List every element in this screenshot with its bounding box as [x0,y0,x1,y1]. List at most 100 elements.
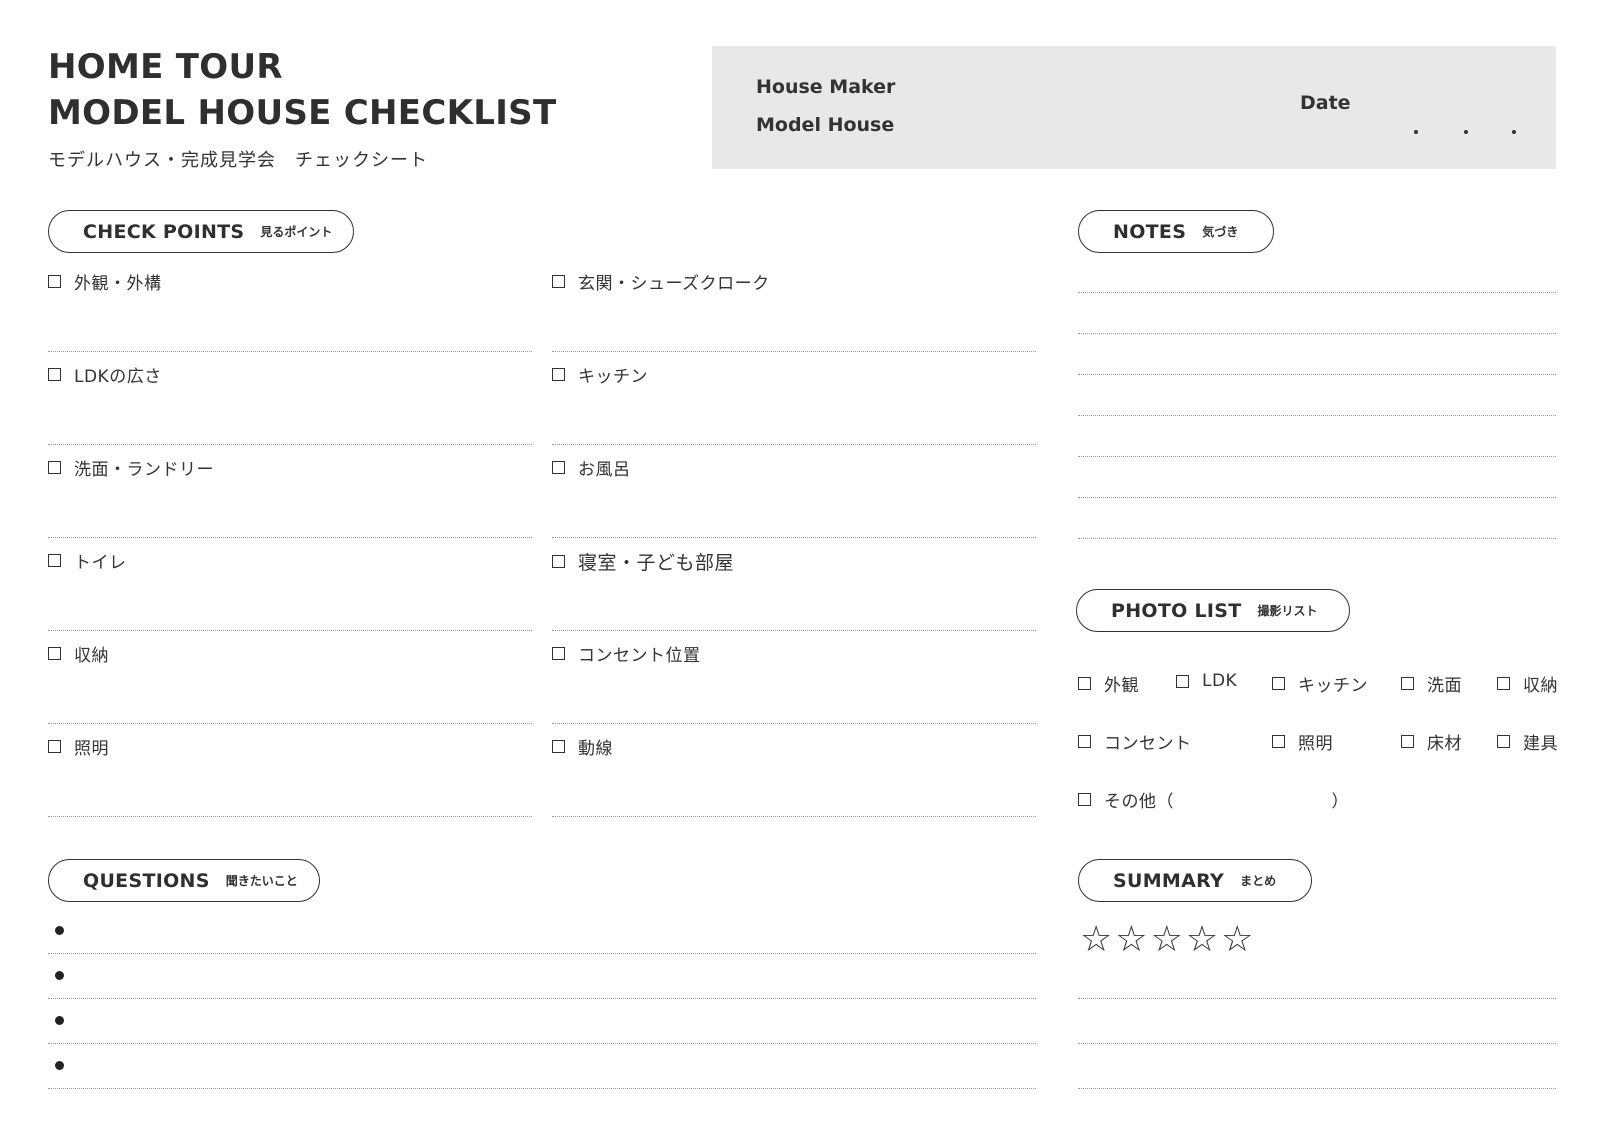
check-point-item[interactable]: LDKの広さ [48,352,532,445]
star-icon[interactable]: ☆ [1221,920,1253,960]
photo-list-heading-en: PHOTO LIST [1111,599,1242,622]
summary-heading: SUMMARY まとめ [1078,859,1312,902]
check-points-heading-en: CHECK POINTS [83,220,245,243]
photo-item-label: その他（ ） [1104,792,1349,812]
question-line[interactable] [48,1088,1036,1089]
checkbox-icon[interactable] [1497,735,1510,748]
date-separator-dot [1464,130,1468,134]
photo-item[interactable]: その他（ ） [1078,787,1349,812]
photo-item[interactable]: 床材 [1401,729,1462,754]
checkbox-icon[interactable] [1272,735,1285,748]
checkbox-icon[interactable] [552,461,565,474]
summary-line[interactable] [1078,1088,1556,1089]
note-line[interactable] [1078,538,1556,539]
checkbox-icon[interactable] [1272,677,1285,690]
star-rating[interactable]: ☆ ☆ ☆ ☆ ☆ [1080,920,1256,960]
star-icon[interactable]: ☆ [1080,920,1112,960]
photo-item-label: コンセント [1104,734,1192,754]
note-line[interactable] [1078,333,1556,334]
note-line[interactable] [1078,497,1556,498]
check-point-item[interactable]: 洗面・ランドリー [48,445,532,538]
note-line[interactable] [1078,374,1556,375]
photo-item-label: 洗面 [1427,676,1462,696]
check-point-item[interactable]: 照明 [48,724,532,817]
check-points-heading-jp: 見るポイント [260,225,333,239]
star-icon[interactable]: ☆ [1186,920,1218,960]
note-line[interactable] [1078,292,1556,293]
checkbox-icon[interactable] [1078,735,1091,748]
check-point-item[interactable]: トイレ [48,538,532,631]
question-line[interactable] [48,1043,1036,1044]
info-box: House Maker Model House Date [712,46,1556,169]
photo-item-label: 床材 [1427,734,1462,754]
model-house-label: Model House [756,114,895,136]
star-icon[interactable]: ☆ [1151,920,1183,960]
check-point-item[interactable]: コンセント位置 [552,631,1036,724]
photo-list-heading-jp: 撮影リスト [1257,604,1318,618]
photo-item-label: 建具 [1523,734,1558,754]
checkbox-icon[interactable] [48,368,61,381]
bullet-icon [55,1016,64,1025]
photo-item[interactable]: 照明 [1272,729,1333,754]
date-separator-dot [1512,130,1516,134]
star-icon[interactable]: ☆ [1115,920,1147,960]
checkbox-icon[interactable] [48,461,61,474]
question-line[interactable] [48,953,1036,954]
check-point-label: キッチン [578,367,648,387]
checkbox-icon[interactable] [1401,735,1414,748]
questions-heading-en: QUESTIONS [83,869,210,892]
check-point-label: トイレ [74,553,127,573]
notes-heading-en: NOTES [1113,220,1187,243]
checkbox-icon[interactable] [1078,677,1091,690]
photo-item[interactable]: コンセント [1078,729,1192,754]
photo-item[interactable]: キッチン [1272,671,1368,696]
check-point-item[interactable]: お風呂 [552,445,1036,538]
summary-line[interactable] [1078,1043,1556,1044]
notes-heading-jp: 気づき [1202,225,1239,239]
checkbox-icon[interactable] [1401,677,1414,690]
page-title: HOME TOUR MODEL HOUSE CHECKLIST [48,44,556,136]
check-point-item[interactable]: キッチン [552,352,1036,445]
checkbox-icon[interactable] [48,275,61,288]
photo-item[interactable]: 収納 [1497,671,1558,696]
check-point-label: コンセント位置 [578,646,701,666]
checkbox-icon[interactable] [1176,674,1189,688]
check-point-label: お風呂 [578,460,631,480]
check-points-heading: CHECK POINTS 見るポイント [48,210,354,253]
checkbox-icon[interactable] [48,554,61,567]
check-point-item[interactable]: 動線 [552,724,1036,817]
note-line[interactable] [1078,415,1556,416]
photo-item[interactable]: 建具 [1497,729,1558,754]
check-point-label: 玄関・シューズクローク [578,274,770,294]
checkbox-icon[interactable] [48,647,61,660]
title-line-1: HOME TOUR [48,47,283,87]
check-point-item[interactable]: 玄関・シューズクローク [552,259,1036,352]
photo-item-label: LDK [1202,671,1238,691]
checkbox-icon[interactable] [48,740,61,753]
summary-heading-en: SUMMARY [1113,869,1225,892]
checkbox-icon[interactable] [552,275,565,288]
question-line[interactable] [48,998,1036,999]
questions-heading: QUESTIONS 聞きたいこと [48,859,320,902]
page-subtitle: モデルハウス・完成見学会 チェックシート [48,150,428,171]
photo-list-heading: PHOTO LIST 撮影リスト [1076,589,1350,632]
photo-item[interactable]: 洗面 [1401,671,1462,696]
check-point-item[interactable]: 収納 [48,631,532,724]
checkbox-icon[interactable] [552,368,565,381]
checkbox-icon[interactable] [1497,677,1510,690]
summary-line[interactable] [1078,998,1556,999]
checkbox-icon[interactable] [1078,793,1091,806]
checkbox-icon[interactable] [552,555,565,568]
check-point-label: 外観・外構 [74,274,162,294]
bullet-icon [55,971,64,980]
photo-item[interactable]: 外観 [1078,671,1139,696]
check-point-item[interactable]: 寝室・子ども部屋 [552,538,1036,631]
summary-heading-jp: まとめ [1240,874,1277,888]
photo-item[interactable]: LDK [1176,671,1237,691]
check-point-label: LDKの広さ [74,367,162,387]
check-point-label: 洗面・ランドリー [74,460,214,480]
checkbox-icon[interactable] [552,740,565,753]
check-point-item[interactable]: 外観・外構 [48,259,532,352]
note-line[interactable] [1078,456,1556,457]
checkbox-icon[interactable] [552,647,565,660]
